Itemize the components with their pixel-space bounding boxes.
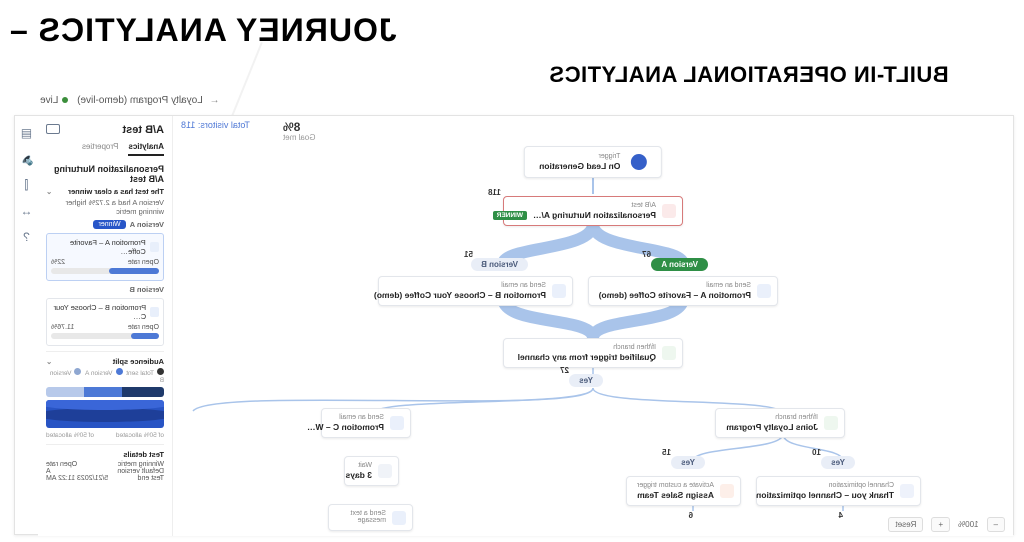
audience-legend: Total sent Version A Version B bbox=[46, 368, 164, 384]
pill-version-b[interactable]: Version B bbox=[471, 258, 528, 271]
visitors-link[interactable]: Total visitors: 118 bbox=[181, 120, 250, 130]
detail-row: Winning metricOpen rate bbox=[46, 461, 164, 468]
ab-icon bbox=[662, 204, 676, 218]
node-loyalty[interactable]: If/then branch Joins Loyalty Program bbox=[715, 408, 845, 438]
ab-label: Personalization Nurturing A/… bbox=[533, 210, 656, 220]
task-icon bbox=[720, 484, 734, 498]
tab-analytics[interactable]: Analytics bbox=[128, 142, 164, 156]
condition-icon bbox=[824, 416, 838, 430]
chevron-down-icon[interactable]: ⌄ bbox=[46, 187, 52, 196]
ab-count: 118 bbox=[488, 188, 501, 197]
help-icon[interactable]: ? bbox=[20, 230, 34, 244]
version-b-name: Version B bbox=[129, 285, 164, 294]
node-task[interactable]: Activate a custom trigger Assign Sales T… bbox=[626, 476, 741, 506]
status-dot-icon bbox=[62, 97, 68, 103]
wait-icon bbox=[378, 464, 392, 478]
bar-b bbox=[51, 333, 159, 339]
winner-line: Version A had a 2.72% higher winning met… bbox=[46, 198, 164, 216]
chevron-down-icon[interactable]: ⌄ bbox=[46, 357, 52, 366]
slide-title: JOURNEY ANALYTICS – bbox=[9, 12, 469, 49]
node-wait[interactable]: Wait 3 days bbox=[344, 456, 399, 486]
yes3-count: 15 bbox=[173, 448, 671, 457]
audience-title: Audience split bbox=[113, 357, 164, 366]
chart-icon[interactable]: ⫿ bbox=[20, 178, 34, 192]
version-b-card[interactable]: Promotion B – Choose Your C… Open rate11… bbox=[46, 298, 164, 346]
condition-icon bbox=[662, 346, 676, 360]
version-a-name: Version A bbox=[130, 220, 164, 229]
side-panel: A/B test Analytics Properties Personaliz… bbox=[38, 116, 173, 536]
winner-title: The test has a clear winner bbox=[68, 187, 164, 196]
detail-row: Default versionA bbox=[46, 468, 164, 475]
email-icon bbox=[150, 307, 159, 317]
back-arrow-icon[interactable]: ← bbox=[210, 95, 220, 106]
status-badge: Live bbox=[40, 95, 68, 106]
details-title: Test details bbox=[46, 450, 164, 459]
zoom-in-button[interactable]: + bbox=[931, 517, 950, 532]
version-a-card[interactable]: Promotion A – Favorite Coffe… Open rate2… bbox=[46, 233, 164, 281]
node-ifthen[interactable]: If/then branch Qualified trigger from an… bbox=[503, 338, 683, 368]
reset-view-button[interactable]: Reset bbox=[889, 517, 924, 532]
panel-title: A/B test bbox=[46, 124, 164, 136]
email-icon bbox=[150, 242, 159, 252]
goal-label: Goal met bbox=[283, 133, 315, 142]
node-trigger[interactable]: Trigger On Lead Generation bbox=[524, 146, 662, 178]
node-wait-response[interactable]: Send a text message bbox=[328, 504, 413, 531]
count-6: 6 bbox=[173, 511, 693, 520]
optimization-icon bbox=[900, 484, 914, 498]
zoom-out-button[interactable]: – bbox=[987, 517, 1005, 532]
panel-headline: Personalization Nurturing A/B test bbox=[46, 164, 164, 184]
detail-row: Test end5/21/2023 11:22 AM bbox=[46, 475, 164, 482]
ab-sub: A/B test bbox=[512, 202, 656, 209]
speaker-icon[interactable]: 🔈 bbox=[20, 152, 34, 166]
node-optimization[interactable]: Channel optimization Thank you – Channel… bbox=[756, 476, 921, 506]
trigger-sub: Trigger bbox=[539, 153, 620, 160]
layers-icon[interactable]: ▤ bbox=[20, 126, 34, 140]
pill-version-a[interactable]: Version A bbox=[651, 258, 708, 271]
canvas-zoom-bar: – 100% + Reset bbox=[889, 517, 1006, 532]
tab-properties[interactable]: Properties bbox=[82, 142, 118, 156]
right-toolbar: ▤ 🔈 ⫿ ↔ ? bbox=[15, 116, 39, 534]
trigger-label: On Lead Generation bbox=[539, 161, 620, 171]
version-b-count: 51 bbox=[173, 250, 473, 259]
winner-badge: Winner bbox=[93, 220, 125, 229]
app-frame: ▤ 🔈 ⫿ ↔ ? 8% Goal met Total visitors: 11… bbox=[14, 115, 1014, 535]
bar-a bbox=[51, 268, 159, 274]
pill-yes-2[interactable]: Yes bbox=[821, 456, 855, 469]
audience-stack bbox=[46, 387, 164, 397]
yes1-count: 27 bbox=[173, 366, 569, 375]
zoom-level: 100% bbox=[958, 520, 978, 529]
preview-icon[interactable] bbox=[46, 124, 60, 134]
audience-waves bbox=[46, 400, 164, 428]
email-icon bbox=[757, 284, 771, 298]
flow-connectors bbox=[173, 116, 1013, 536]
email-icon bbox=[552, 284, 566, 298]
sms-icon bbox=[392, 511, 406, 525]
node-abtest[interactable]: A/B test Personalization Nurturing A/… W… bbox=[503, 196, 683, 226]
breadcrumb[interactable]: ← Loyalty Program (demo-live) Live bbox=[40, 95, 220, 106]
node-email-c[interactable]: Send an email Promotion C – W… bbox=[321, 408, 411, 438]
journey-canvas[interactable]: 8% Goal met Total visitors: 118 bbox=[173, 116, 1013, 536]
breadcrumb-name: Loyalty Program (demo-live) bbox=[77, 95, 203, 106]
panel-tabs: Analytics Properties bbox=[46, 142, 164, 156]
expand-icon[interactable]: ↔ bbox=[20, 204, 34, 218]
trigger-dot-icon bbox=[631, 154, 647, 170]
node-email-b[interactable]: Send an email Promotion B – Choose Your … bbox=[378, 276, 573, 306]
node-email-a[interactable]: Send an email Promotion A – Favorite Cof… bbox=[588, 276, 778, 306]
ab-winner-badge: WINNER bbox=[493, 211, 527, 220]
pill-yes-1[interactable]: Yes bbox=[569, 374, 603, 387]
email-icon bbox=[390, 416, 404, 430]
goal-percent: 8% bbox=[283, 120, 300, 134]
slide-subtitle: BUILT-IN OPERATIONAL ANALYTICS bbox=[549, 62, 969, 88]
pill-yes-3[interactable]: Yes bbox=[671, 456, 705, 469]
